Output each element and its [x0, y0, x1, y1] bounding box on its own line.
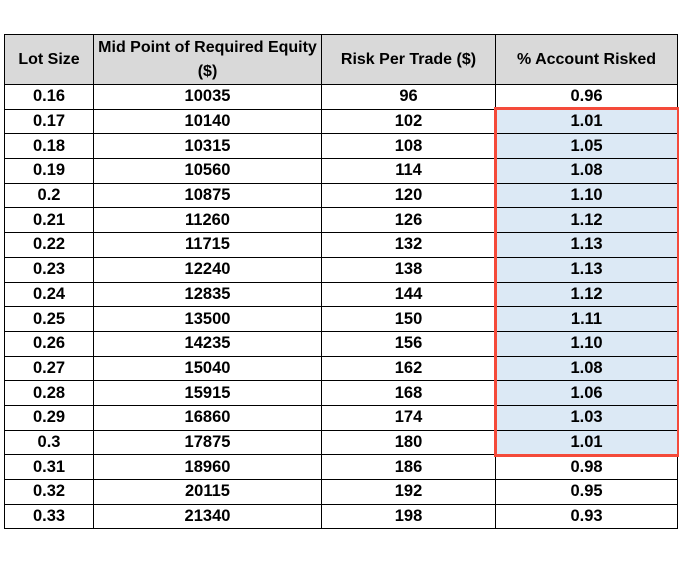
cell-account-risked: 1.01	[495, 108, 678, 135]
cell-account-risked: 1.13	[495, 256, 678, 283]
cell-lot-size: 0.33	[4, 503, 94, 530]
cell-mid-point-equity: 14235	[93, 330, 322, 357]
header-risk-per-trade: Risk Per Trade ($)	[321, 34, 496, 85]
cell-mid-point-equity: 16860	[93, 404, 322, 431]
cell-risk-per-trade: 198	[321, 503, 496, 530]
cell-mid-point-equity: 18960	[93, 454, 322, 480]
table-row: 0.28 15915 168 1.06	[4, 380, 678, 406]
cell-mid-point-equity: 15915	[93, 380, 322, 406]
cell-mid-point-equity: 15040	[93, 355, 322, 382]
table-row: 0.24 12835 144 1.12	[4, 281, 678, 308]
cell-mid-point-equity: 11715	[93, 232, 322, 258]
header-lot-size: Lot Size	[4, 34, 94, 85]
table-row: 0.29 16860 174 1.03	[4, 404, 678, 431]
cell-risk-per-trade: 108	[321, 133, 496, 160]
cell-risk-per-trade: 144	[321, 281, 496, 308]
cell-account-risked: 0.96	[495, 84, 678, 110]
table-row: 0.16 10035 96 0.96	[4, 84, 678, 110]
cell-account-risked: 1.11	[495, 306, 678, 332]
table-row: 0.31 18960 186 0.98	[4, 454, 678, 480]
cell-mid-point-equity: 10140	[93, 108, 322, 135]
cell-risk-per-trade: 138	[321, 256, 496, 283]
cell-risk-per-trade: 168	[321, 380, 496, 406]
table-row: 0.17 10140 102 1.01	[4, 108, 678, 135]
table-row: 0.21 11260 126 1.12	[4, 207, 678, 234]
cell-account-risked: 0.93	[495, 503, 678, 530]
table-body: 0.16 10035 96 0.96 0.17 10140 102 1.01 0.18 10315…	[4, 84, 678, 530]
cell-account-risked: 0.98	[495, 454, 678, 480]
cell-risk-per-trade: 96	[321, 84, 496, 110]
cell-account-risked: 0.95	[495, 479, 678, 505]
table-row: 0.23 12240 138 1.13	[4, 256, 678, 283]
cell-lot-size: 0.23	[4, 256, 94, 283]
table-row: 0.33 21340 198 0.93	[4, 503, 678, 530]
cell-lot-size: 0.32	[4, 479, 94, 505]
table-row: 0.19 10560 114 1.08	[4, 158, 678, 184]
cell-risk-per-trade: 114	[321, 158, 496, 184]
cell-lot-size: 0.19	[4, 158, 94, 184]
table-row: 0.26 14235 156 1.10	[4, 330, 678, 357]
cell-lot-size: 0.27	[4, 355, 94, 382]
cell-lot-size: 0.26	[4, 330, 94, 357]
risk-table-container: Lot Size Mid Point of Required Equity ($…	[4, 34, 679, 530]
cell-lot-size: 0.25	[4, 306, 94, 332]
cell-risk-per-trade: 186	[321, 454, 496, 480]
cell-lot-size: 0.28	[4, 380, 94, 406]
lot-size-risk-table: Lot Size Mid Point of Required Equity ($…	[4, 34, 678, 530]
cell-lot-size: 0.2	[4, 182, 94, 209]
cell-account-risked: 1.05	[495, 133, 678, 160]
cell-account-risked: 1.12	[495, 281, 678, 308]
cell-mid-point-equity: 10315	[93, 133, 322, 160]
table-row: 0.25 13500 150 1.11	[4, 306, 678, 332]
cell-account-risked: 1.12	[495, 207, 678, 234]
cell-mid-point-equity: 10035	[93, 84, 322, 110]
table-row: 0.22 11715 132 1.13	[4, 232, 678, 258]
cell-mid-point-equity: 11260	[93, 207, 322, 234]
cell-lot-size: 0.21	[4, 207, 94, 234]
header-row: Lot Size Mid Point of Required Equity ($…	[4, 34, 678, 85]
cell-account-risked: 1.08	[495, 355, 678, 382]
cell-lot-size: 0.22	[4, 232, 94, 258]
cell-lot-size: 0.17	[4, 108, 94, 135]
cell-risk-per-trade: 150	[321, 306, 496, 332]
cell-account-risked: 1.10	[495, 182, 678, 209]
cell-mid-point-equity: 12240	[93, 256, 322, 283]
cell-account-risked: 1.06	[495, 380, 678, 406]
cell-risk-per-trade: 156	[321, 330, 496, 357]
cell-account-risked: 1.01	[495, 429, 678, 456]
cell-lot-size: 0.31	[4, 454, 94, 480]
cell-lot-size: 0.3	[4, 429, 94, 456]
table-row: 0.3 17875 180 1.01	[4, 429, 678, 456]
cell-risk-per-trade: 192	[321, 479, 496, 505]
header-account-risked: % Account Risked	[495, 34, 678, 85]
table-row: 0.18 10315 108 1.05	[4, 133, 678, 160]
cell-lot-size: 0.18	[4, 133, 94, 160]
cell-lot-size: 0.29	[4, 404, 94, 431]
cell-mid-point-equity: 17875	[93, 429, 322, 456]
table-row: 0.27 15040 162 1.08	[4, 355, 678, 382]
cell-account-risked: 1.08	[495, 158, 678, 184]
cell-lot-size: 0.24	[4, 281, 94, 308]
cell-mid-point-equity: 20115	[93, 479, 322, 505]
cell-mid-point-equity: 21340	[93, 503, 322, 530]
table-row: 0.2 10875 120 1.10	[4, 182, 678, 209]
cell-account-risked: 1.13	[495, 232, 678, 258]
cell-risk-per-trade: 162	[321, 355, 496, 382]
cell-risk-per-trade: 132	[321, 232, 496, 258]
cell-risk-per-trade: 126	[321, 207, 496, 234]
cell-account-risked: 1.10	[495, 330, 678, 357]
cell-mid-point-equity: 10560	[93, 158, 322, 184]
cell-risk-per-trade: 174	[321, 404, 496, 431]
cell-mid-point-equity: 12835	[93, 281, 322, 308]
cell-risk-per-trade: 102	[321, 108, 496, 135]
cell-account-risked: 1.03	[495, 404, 678, 431]
cell-risk-per-trade: 120	[321, 182, 496, 209]
cell-risk-per-trade: 180	[321, 429, 496, 456]
cell-mid-point-equity: 13500	[93, 306, 322, 332]
cell-mid-point-equity: 10875	[93, 182, 322, 209]
header-mid-point-equity: Mid Point of Required Equity ($)	[93, 34, 322, 85]
table-row: 0.32 20115 192 0.95	[4, 479, 678, 505]
cell-lot-size: 0.16	[4, 84, 94, 110]
